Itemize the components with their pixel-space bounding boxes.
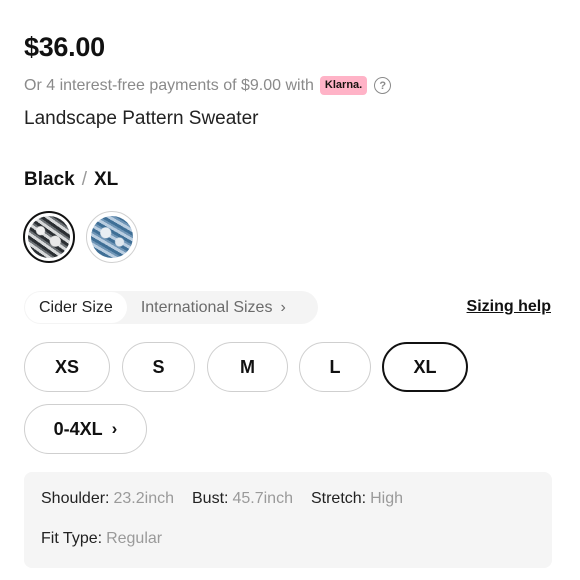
size-button-m[interactable]: M: [207, 342, 288, 392]
tab-international-sizes[interactable]: International Sizes ›: [141, 299, 286, 317]
size-button-l[interactable]: L: [299, 342, 371, 392]
installments-row: Or 4 interest-free payments of $9.00 wit…: [24, 76, 392, 95]
question-circle-icon[interactable]: ?: [374, 77, 392, 94]
extended-size-label: 0-4XL: [53, 418, 103, 439]
tab-international-label: International Sizes: [140, 298, 273, 316]
fit-details-box: Shoulder: 23.2inch Bust: 45.7inch Stretch: Hi…: [24, 472, 552, 568]
shoulder-value: 23.2inch: [113, 490, 175, 507]
fit-measurements-row: Shoulder: 23.2inch Bust: 45.7inch Stretch: Hi…: [41, 490, 421, 508]
fit-type-value: Regular: [106, 530, 163, 547]
klarna-badge[interactable]: Klarna.: [319, 76, 368, 95]
sizing-help-link[interactable]: Sizing help: [467, 298, 551, 316]
stretch-label: Stretch:: [310, 490, 367, 507]
bust-value: 45.7inch: [232, 490, 293, 507]
variant-separator: /: [81, 169, 87, 190]
swatch-image: [28, 216, 70, 258]
size-button-xl[interactable]: XL: [382, 342, 468, 392]
size-button-s[interactable]: S: [122, 342, 195, 392]
fit-type-row: Fit Type: Regular: [41, 530, 180, 548]
swatch-image: [91, 216, 133, 258]
selected-variant: Black / XL: [24, 169, 118, 191]
color-swatch-blue[interactable]: [86, 211, 138, 263]
installments-text: Or 4 interest-free payments of $9.00 wit…: [24, 76, 314, 94]
shoulder-label: Shoulder:: [41, 490, 110, 507]
tab-cider-size[interactable]: Cider Size: [25, 292, 127, 323]
stretch-value: High: [370, 490, 404, 507]
selected-color: Black: [24, 169, 75, 190]
chevron-right-icon: ›: [111, 419, 118, 438]
size-system-tabs: Cider Size International Sizes ›: [24, 291, 318, 324]
bust-label: Bust:: [192, 490, 229, 507]
fit-type-label: Fit Type:: [41, 530, 103, 547]
size-button-extended[interactable]: 0-4XL ›: [24, 404, 147, 454]
chevron-right-icon: ›: [280, 298, 286, 316]
product-name: Landscape Pattern Sweater: [24, 108, 259, 129]
selected-size: XL: [93, 169, 119, 190]
color-swatch-black[interactable]: [23, 211, 75, 263]
product-price: $36.00: [24, 32, 105, 62]
size-button-xs[interactable]: XS: [24, 342, 110, 392]
